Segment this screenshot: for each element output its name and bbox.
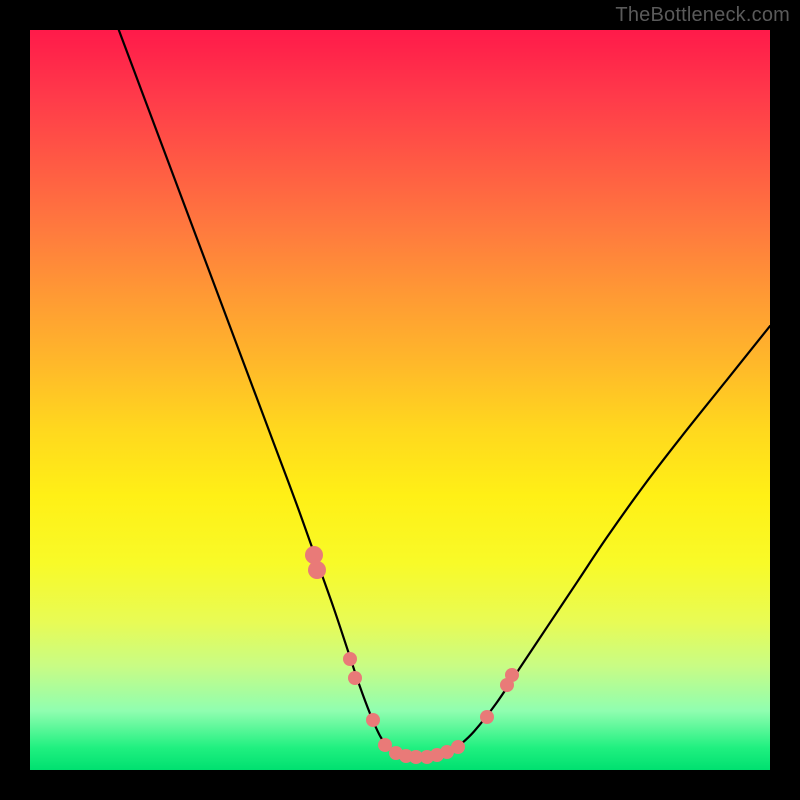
data-marker [366,713,380,727]
data-marker [505,668,519,682]
data-marker [343,652,357,666]
chart-frame: TheBottleneck.com [0,0,800,800]
data-marker [451,740,465,754]
watermark-text: TheBottleneck.com [615,4,790,27]
data-marker [480,710,494,724]
chart-curve [30,30,770,770]
plot-area [30,30,770,770]
data-marker [348,671,362,685]
data-marker [308,561,326,579]
